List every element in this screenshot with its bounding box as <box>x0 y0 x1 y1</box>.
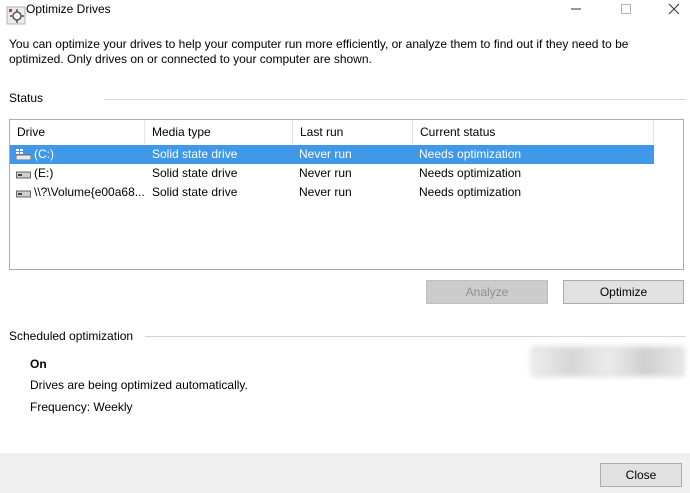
media-type: Solid state drive <box>152 185 238 199</box>
table-row[interactable]: \\?\Volume{e00a68... Solid state drive N… <box>10 183 654 202</box>
close-button[interactable]: Close <box>600 463 682 487</box>
column-header-last-run[interactable]: Last run <box>293 120 413 144</box>
drive-name: (C:) <box>34 147 54 161</box>
scheduled-divider <box>145 336 686 337</box>
status-divider <box>104 99 686 100</box>
description-text: You can optimize your drives to help you… <box>9 37 629 66</box>
drive-name: \\?\Volume{e00a68... <box>34 185 145 199</box>
last-run: Never run <box>299 185 352 199</box>
close-window-button[interactable] <box>651 0 690 18</box>
analyze-button[interactable]: Analyze <box>426 280 548 304</box>
schedule-state: On <box>30 357 47 371</box>
maximize-button[interactable] <box>603 0 649 18</box>
minimize-icon <box>571 8 581 10</box>
current-status: Needs optimization <box>419 166 522 180</box>
status-section-label: Status <box>9 91 44 105</box>
minimize-button[interactable] <box>553 0 599 18</box>
column-header-media-type[interactable]: Media type <box>145 120 293 144</box>
table-row[interactable]: (C:) Solid state drive Never run Needs o… <box>10 145 654 164</box>
schedule-frequency: Frequency: Weekly <box>30 400 133 414</box>
window-title: Optimize Drives <box>26 2 111 16</box>
last-run: Never run <box>299 147 352 161</box>
maximize-icon <box>621 4 631 14</box>
media-type: Solid state drive <box>152 166 238 180</box>
optimize-drives-app-icon <box>6 4 28 26</box>
drive-icon <box>16 187 31 198</box>
windows-drive-icon <box>15 149 32 161</box>
scheduled-section-label: Scheduled optimization <box>9 329 134 343</box>
table-row[interactable]: (E:) Solid state drive Never run Needs o… <box>10 164 654 183</box>
column-header-current-status[interactable]: Current status <box>413 120 654 144</box>
footer-bar <box>0 453 690 493</box>
current-status: Needs optimization <box>419 147 522 161</box>
schedule-description: Drives are being optimized automatically… <box>30 378 248 392</box>
close-icon <box>668 3 680 15</box>
current-status: Needs optimization <box>419 185 522 199</box>
media-type: Solid state drive <box>152 147 238 161</box>
title-bar: Optimize Drives <box>0 0 690 30</box>
drive-icon <box>16 168 31 179</box>
optimize-button[interactable]: Optimize <box>563 280 684 304</box>
column-header-drive[interactable]: Drive <box>10 120 145 144</box>
drive-name: (E:) <box>34 166 54 180</box>
drive-list[interactable]: Drive Media type Last run Current status… <box>9 119 684 270</box>
last-run: Never run <box>299 166 352 180</box>
change-settings-button[interactable] <box>532 347 684 376</box>
